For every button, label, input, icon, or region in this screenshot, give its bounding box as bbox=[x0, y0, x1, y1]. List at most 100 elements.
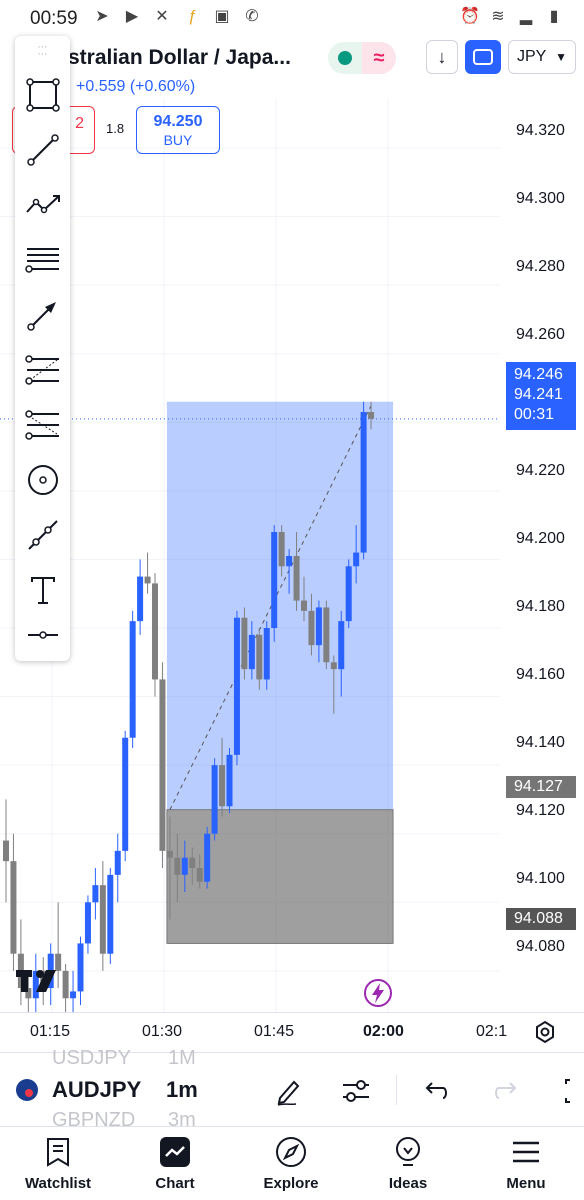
price-label: 94.220 bbox=[516, 462, 565, 479]
currency-select[interactable]: JPY ▼ bbox=[508, 40, 576, 74]
order-arrow-button[interactable]: ↓ bbox=[426, 40, 458, 74]
candle-body bbox=[152, 583, 158, 680]
fx-icon: ƒ bbox=[187, 8, 197, 25]
aud-flag-icon bbox=[16, 1079, 38, 1101]
candle-body bbox=[204, 833, 211, 882]
price-label: 94.300 bbox=[516, 190, 565, 207]
candle-body bbox=[10, 861, 17, 954]
candle-body bbox=[166, 850, 173, 858]
spread-value: 1.8 bbox=[106, 121, 125, 136]
text-tool-icon[interactable] bbox=[20, 567, 65, 612]
market-open-icon bbox=[338, 51, 352, 65]
candle-body bbox=[360, 412, 367, 553]
nav-menu[interactable]: Menu bbox=[476, 1135, 576, 1192]
price-label: 94.320 bbox=[516, 122, 565, 139]
entry-price-tag: 94.127 bbox=[506, 776, 576, 798]
candle-body bbox=[368, 412, 375, 419]
candle-body bbox=[92, 885, 99, 903]
symbol-title[interactable]: Australian Dollar / Japa... bbox=[40, 46, 310, 70]
signal-icon: ▂ bbox=[519, 8, 533, 25]
draw-button[interactable] bbox=[268, 1071, 308, 1111]
fib-extension-tool-icon[interactable] bbox=[20, 402, 65, 447]
horizontal-ray-tool-icon[interactable] bbox=[20, 612, 65, 657]
candle-body bbox=[196, 868, 203, 882]
currency-value: JPY bbox=[517, 48, 547, 65]
buy-price: 94.250 bbox=[153, 113, 203, 130]
price-label: 94.280 bbox=[516, 258, 565, 275]
current-symbol[interactable]: AUDJPY bbox=[52, 1077, 141, 1103]
indicators-button[interactable] bbox=[336, 1071, 376, 1111]
candle-body bbox=[345, 566, 352, 622]
candle-body bbox=[263, 628, 270, 680]
nav-label: Ideas bbox=[388, 1175, 428, 1192]
current-interval[interactable]: 1m bbox=[166, 1077, 198, 1103]
indicators-pill[interactable]: ≈ bbox=[328, 42, 396, 74]
arrow-tool-icon[interactable] bbox=[20, 292, 65, 337]
target-zone bbox=[166, 401, 394, 810]
candle-body bbox=[226, 754, 233, 807]
fullscreen-button[interactable] bbox=[465, 40, 501, 74]
whatsapp-icon: ✆ bbox=[245, 8, 259, 25]
price-label: 94.160 bbox=[516, 666, 565, 683]
prev-symbol[interactable]: USDJPY bbox=[52, 1047, 131, 1070]
price-label: 94.140 bbox=[516, 734, 565, 751]
symbol-bar: USDJPY 1M AUDJPY 1m GBPNZD 3m bbox=[0, 1047, 584, 1131]
gallery-icon: ▣ bbox=[214, 8, 230, 25]
redo-button[interactable] bbox=[486, 1071, 526, 1111]
horizontal-lines-tool-icon[interactable] bbox=[20, 237, 65, 282]
status-bar: 00:59 ➤ ▶ ✕ ƒ ▣ ✆ ⏰ ≋ ▂ ▮ bbox=[0, 0, 584, 36]
candle-body bbox=[211, 765, 218, 834]
rectangle-tool-icon[interactable] bbox=[20, 72, 65, 117]
candle-body bbox=[129, 621, 136, 738]
candle-body bbox=[315, 607, 322, 646]
nav-label: Chart bbox=[155, 1175, 195, 1192]
path-tool-icon[interactable] bbox=[20, 182, 65, 227]
buy-label: BUY bbox=[163, 132, 193, 148]
lightning-icon[interactable] bbox=[362, 977, 394, 1009]
youtube-icon: ▶ bbox=[125, 8, 139, 25]
drawing-toolbar: ⋯ ⋯ bbox=[15, 36, 70, 661]
candle-body bbox=[99, 885, 106, 954]
watchlist-icon bbox=[47, 1138, 69, 1167]
nav-watchlist[interactable]: Watchlist bbox=[8, 1135, 108, 1192]
high-price-tag: 94.246 bbox=[514, 366, 563, 383]
trend-line-tool-icon[interactable] bbox=[20, 127, 65, 172]
time-axis[interactable]: 01:15 01:30 01:45 02:00 02:1 bbox=[0, 1012, 584, 1052]
candle-body bbox=[107, 874, 114, 954]
candle-body bbox=[233, 617, 240, 755]
nav-explore[interactable]: Explore bbox=[241, 1135, 341, 1192]
candle-body bbox=[248, 634, 255, 670]
nav-chart[interactable]: Chart bbox=[125, 1135, 225, 1192]
price-label: 94.260 bbox=[516, 326, 565, 343]
fullscreen-icon bbox=[473, 49, 493, 65]
candle-body bbox=[308, 610, 315, 646]
candle-body bbox=[241, 617, 248, 670]
candle-body bbox=[137, 576, 144, 622]
drag-handle-icon[interactable]: ⋯ ⋯ bbox=[33, 43, 53, 60]
candle-body bbox=[301, 600, 307, 611]
hamburger-icon bbox=[513, 1141, 539, 1163]
fullscreen-toggle-button[interactable] bbox=[548, 1071, 584, 1111]
lightbulb-icon bbox=[396, 1137, 420, 1166]
compass-icon bbox=[276, 1137, 306, 1167]
candle-body bbox=[338, 621, 345, 670]
candle-body bbox=[77, 943, 84, 992]
candle-body bbox=[84, 902, 91, 944]
divider bbox=[396, 1075, 397, 1105]
tradingview-logo bbox=[16, 966, 64, 994]
candle-body bbox=[181, 857, 188, 875]
chevron-down-icon: ▼ bbox=[555, 50, 567, 64]
ray-tool-icon[interactable] bbox=[20, 512, 65, 557]
fib-retracement-tool-icon[interactable] bbox=[20, 347, 65, 392]
countdown-tag: 00:31 bbox=[514, 406, 555, 423]
undo-button[interactable] bbox=[416, 1071, 456, 1111]
nav-ideas[interactable]: Ideas bbox=[358, 1135, 458, 1192]
buy-button[interactable]: 94.250 BUY bbox=[136, 106, 220, 154]
circle-tool-icon[interactable] bbox=[20, 457, 65, 502]
prev-interval[interactable]: 1M bbox=[168, 1047, 196, 1070]
settings-icon[interactable] bbox=[532, 1019, 558, 1045]
status-left-icons: ➤ ▶ ✕ ƒ ▣ ✆ bbox=[92, 8, 262, 26]
undo-icon bbox=[425, 1082, 447, 1099]
price-chart[interactable] bbox=[0, 100, 500, 1012]
expand-icon bbox=[565, 1079, 570, 1103]
